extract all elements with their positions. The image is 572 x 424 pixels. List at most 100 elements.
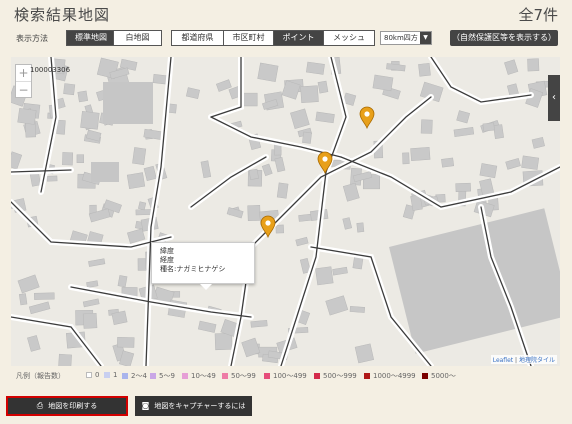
building xyxy=(185,87,200,100)
building xyxy=(389,208,560,354)
map-view[interactable]: + − 100003306 ‹ 緯度 経度 種名:ナガミヒナゲシ Leaflet… xyxy=(11,57,560,366)
building xyxy=(17,107,37,125)
legend-swatch xyxy=(182,373,188,379)
building xyxy=(82,312,98,329)
print-map-button[interactable]: ⎙ 地図を印刷する xyxy=(6,396,128,416)
legend-swatch xyxy=(104,372,110,378)
show-protected-areas-button[interactable]: （自然保護区等を表示する） xyxy=(450,30,558,46)
building xyxy=(250,319,268,328)
panel-toggle-button[interactable]: ‹ xyxy=(548,75,560,121)
legend-swatch xyxy=(314,373,320,379)
tab-municipality[interactable]: 市区町村 xyxy=(224,31,274,45)
tab-mesh[interactable]: メッシュ xyxy=(324,31,374,45)
map-popup: 緯度 経度 種名:ナガミヒナゲシ xyxy=(151,242,255,290)
building xyxy=(455,182,471,192)
legend-swatch xyxy=(264,373,270,379)
building xyxy=(197,320,217,333)
building xyxy=(200,160,212,179)
building xyxy=(17,274,40,294)
map-type-switch: 標準地図 白地図 xyxy=(66,30,162,46)
building xyxy=(46,175,58,182)
building xyxy=(86,280,99,288)
gsi-tiles-link[interactable]: 地理院タイル xyxy=(519,357,555,364)
building xyxy=(493,124,504,139)
legend-swatch xyxy=(150,373,156,379)
page-title: 検索結果地図 xyxy=(14,6,111,24)
display-level-switch: 都道府県 市区町村 ポイント メッシュ xyxy=(171,30,375,46)
building xyxy=(274,157,286,173)
building xyxy=(527,58,540,72)
leaflet-link[interactable]: Leaflet xyxy=(493,357,513,364)
legend-item: 1 xyxy=(104,371,117,379)
standard-map-button[interactable]: 標準地図 xyxy=(67,31,114,45)
building xyxy=(342,217,353,230)
printer-icon: ⎙ xyxy=(36,401,44,410)
building xyxy=(82,298,100,308)
map-pin-icon[interactable] xyxy=(359,106,375,130)
tab-point[interactable]: ポイント xyxy=(274,31,324,45)
building xyxy=(290,108,310,130)
building xyxy=(126,172,146,190)
building xyxy=(354,343,375,364)
building xyxy=(410,146,431,162)
building xyxy=(103,82,153,124)
building xyxy=(332,266,348,276)
building xyxy=(372,74,394,92)
mesh-code-label: 100003306 xyxy=(30,66,71,74)
popup-species: 種名:ナガミヒナゲシ xyxy=(160,265,226,273)
building xyxy=(18,293,28,306)
building xyxy=(315,266,334,286)
map-toolbar: 表示方法 標準地図 白地図 都道府県 市区町村 ポイント メッシュ 80km四方… xyxy=(0,30,572,48)
legend-swatch xyxy=(364,373,370,379)
building xyxy=(315,111,335,124)
building xyxy=(34,292,55,300)
mesh-size-value: 80km四方 xyxy=(384,34,418,42)
building xyxy=(479,163,498,179)
building xyxy=(317,80,329,94)
map-attribution: Leaflet | 地理院タイル xyxy=(490,355,557,364)
building xyxy=(138,201,147,211)
legend-item: 50〜99 xyxy=(222,371,256,381)
legend-item: 500〜999 xyxy=(314,371,357,381)
capture-help-button[interactable]: ◙ 地図をキャプチャーするには xyxy=(135,396,252,416)
building xyxy=(453,127,475,138)
building xyxy=(117,275,128,288)
building xyxy=(521,155,540,170)
legend-item: 100〜499 xyxy=(264,371,307,381)
building xyxy=(214,332,233,351)
legend-item: 2〜4 xyxy=(122,371,147,381)
zoom-out-button[interactable]: − xyxy=(16,82,31,98)
legend-swatch xyxy=(422,373,428,379)
building xyxy=(302,131,312,144)
legend-item: 10〜49 xyxy=(182,371,216,381)
building xyxy=(111,310,128,325)
building xyxy=(77,90,89,103)
legend-title: 凡例（報告数） xyxy=(16,372,65,380)
building xyxy=(325,295,349,316)
building xyxy=(88,258,106,267)
building xyxy=(276,182,289,199)
building xyxy=(76,154,84,164)
blank-map-button[interactable]: 白地図 xyxy=(114,31,161,45)
legend-swatch xyxy=(222,373,228,379)
tab-prefecture[interactable]: 都道府県 xyxy=(172,31,224,45)
building xyxy=(248,168,259,180)
building xyxy=(143,165,157,181)
camera-icon: ◙ xyxy=(141,401,150,410)
zoom-in-button[interactable]: + xyxy=(16,65,31,82)
building xyxy=(63,83,76,96)
building xyxy=(11,151,23,170)
building xyxy=(531,136,545,149)
display-method-label: 表示方法 xyxy=(16,34,48,43)
building xyxy=(27,335,41,352)
mesh-size-select[interactable]: 80km四方 ▼ xyxy=(380,31,432,45)
building xyxy=(28,301,51,315)
map-tiles xyxy=(11,57,560,366)
building xyxy=(456,110,471,124)
building xyxy=(80,110,100,130)
legend-item: 0 xyxy=(86,371,99,379)
building xyxy=(257,62,279,83)
building xyxy=(420,119,433,134)
chevron-down-icon: ▼ xyxy=(420,32,431,44)
building xyxy=(300,85,319,104)
